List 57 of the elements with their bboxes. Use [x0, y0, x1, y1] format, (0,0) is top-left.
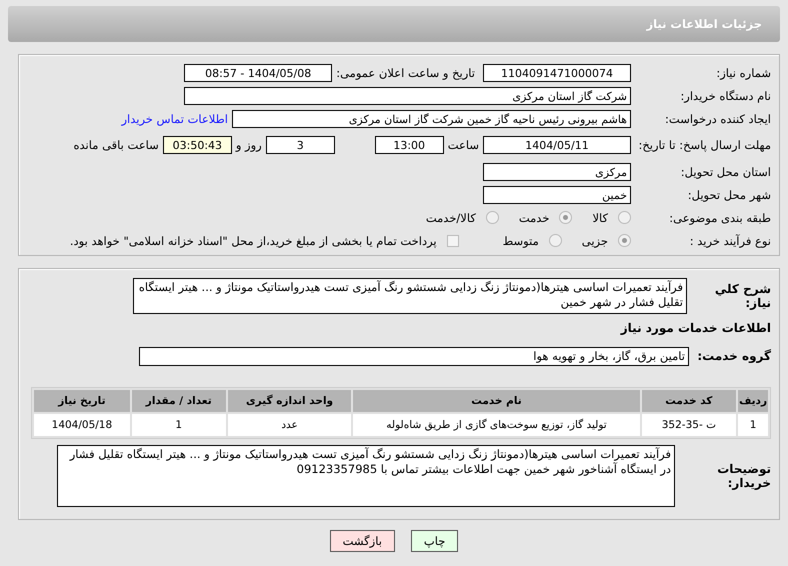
field-label: طبقه بندی موضوعی:	[668, 210, 771, 224]
radio-button[interactable]	[618, 211, 631, 224]
field-label: نوع فرآیند خرید :	[688, 234, 771, 248]
field-label: مهلت ارسال پاسخ: تا تاریخ:	[637, 138, 771, 152]
column-header: واحد اندازه گیری	[228, 390, 352, 412]
table-cell: 1	[132, 414, 226, 436]
option-label: خدمت	[518, 210, 550, 224]
field-label: توضیحات خریدار:	[716, 462, 771, 490]
deadline-time-field: 13:00	[374, 136, 444, 154]
print-button[interactable]: چاپ	[410, 530, 458, 552]
option-label: کالا/خدمت	[426, 210, 476, 224]
creator-field: هاشم بیرونی رئیس ناحیه گاز خمین شرکت گاز استان مرکزی	[232, 110, 631, 128]
page-title: جزئیات اطلاعات نیاز	[646, 17, 762, 31]
city-field: خمین	[483, 186, 631, 204]
service-group-field: تامین برق، گاز، بخار و تهویه هوا	[139, 346, 689, 366]
back-button[interactable]: بازگشت	[330, 530, 395, 552]
table-cell: تولید گاز، توزیع سوخت‌های گازی از طریق شاه‌لوله	[353, 414, 640, 436]
column-header: ردیف	[738, 390, 768, 412]
column-header: تاریخ نیاز	[34, 390, 130, 412]
radio-button[interactable]	[559, 211, 572, 224]
radio-button[interactable]	[548, 234, 562, 247]
section-heading: اطلاعات خدمات مورد نیاز	[619, 320, 771, 337]
field-label: روز و	[236, 138, 262, 152]
option-label: کالا	[592, 210, 608, 224]
remaining-time-field: 03:50:43	[162, 136, 232, 154]
field-label: تاریخ و ساعت اعلان عمومی:	[336, 66, 475, 80]
field-label: ساعت باقی مانده	[74, 138, 159, 152]
need-number-field: 1104091471000074	[483, 64, 631, 82]
column-header: تعداد / مقدار	[132, 390, 226, 412]
table-cell: 1	[738, 414, 768, 436]
checkbox[interactable]	[446, 234, 459, 246]
table-cell: 1404/05/18	[34, 414, 130, 436]
field-label: استان محل تحویل:	[680, 164, 771, 178]
field-label: نام دستگاه خریدار:	[679, 88, 771, 102]
field-label: ایجاد کننده درخواست:	[664, 112, 771, 126]
field-label: ساعت	[448, 138, 479, 152]
days-field: 3	[266, 136, 335, 154]
province-field: مرکزی	[483, 162, 631, 180]
deadline-date-field: 1404/05/11	[483, 136, 631, 154]
radio-button[interactable]	[618, 234, 631, 247]
field-label: شماره نیاز:	[715, 66, 771, 80]
buyer-org-field: شرکت گاز استان مرکزی	[184, 86, 631, 104]
option-label: جزیی	[582, 234, 608, 248]
option-label: متوسط	[502, 234, 539, 248]
field-label: شرح کلي نياز:	[714, 282, 771, 310]
column-header: نام خدمت	[353, 390, 640, 412]
column-header: کد خدمت	[642, 390, 736, 412]
buyer-notes-box: فرآیند تعمیرات اساسی هیترها(دمونتاژ زنگ زدایی شستشو رنگ آمیزی تست هیدرواستاتیک مونتاژ و ... هیتر ایستگاه تقلیل فشار در ایستگاه آشناخور شهر خمین جهت اطلاعات بیشتر تماس با 09123357985	[57, 445, 675, 507]
table-cell: ت -35-352	[642, 414, 736, 436]
description-box: فرآیند تعمیرات اساسی هیترها(دمونتاژ زنگ زدایی شستشو رنگ آمیزی تست هیدرواستاتیک مونتاژ و ... هیتر ایستگاه تقلیل فشار در شهر خمین	[133, 278, 687, 314]
payment-note: پرداخت تمام یا بخشی از مبلغ خرید،از محل "اسناد خزانه اسلامی" خواهد بود.	[70, 234, 437, 248]
field-label: شهر محل تحویل:	[686, 188, 771, 202]
table-cell: عدد	[228, 414, 352, 436]
contact-link[interactable]: اطلاعات تماس خریدار	[121, 112, 228, 126]
announce-date-field: 1404/05/08 - 08:57	[184, 64, 332, 82]
field-label: گروه خدمت:	[696, 349, 771, 363]
radio-button[interactable]	[486, 211, 499, 224]
